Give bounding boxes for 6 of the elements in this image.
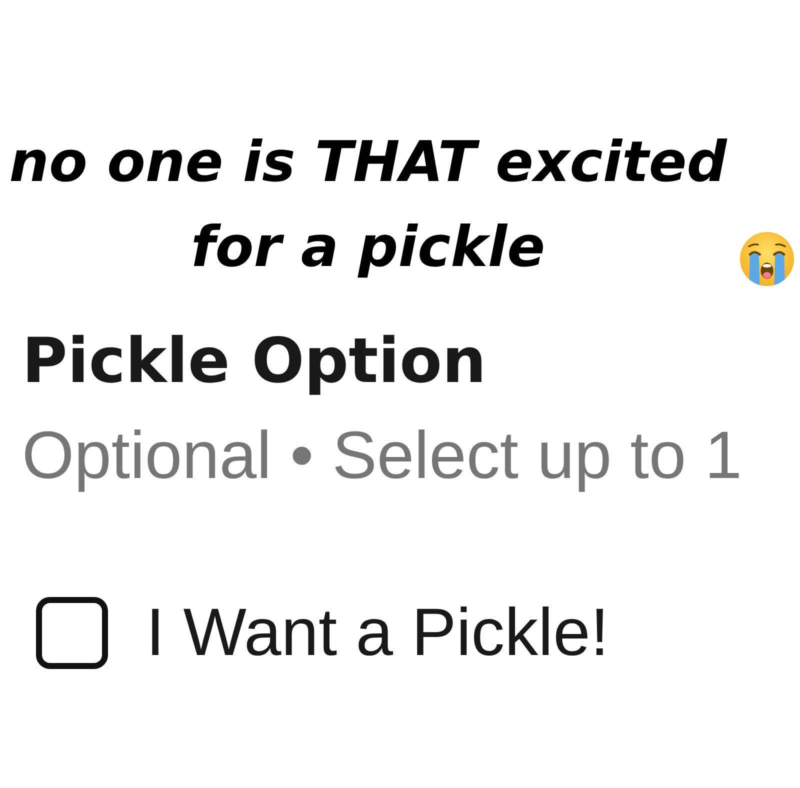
checkbox[interactable] bbox=[36, 596, 108, 668]
caption-text: no one is THAT excited for a pickle bbox=[8, 129, 728, 282]
crying-face-icon bbox=[740, 232, 794, 286]
option-label[interactable]: I Want a Pickle! bbox=[146, 594, 609, 671]
section-subtitle: Optional • Select up to 1 bbox=[22, 417, 742, 495]
section-title: Pickle Option bbox=[22, 325, 486, 397]
